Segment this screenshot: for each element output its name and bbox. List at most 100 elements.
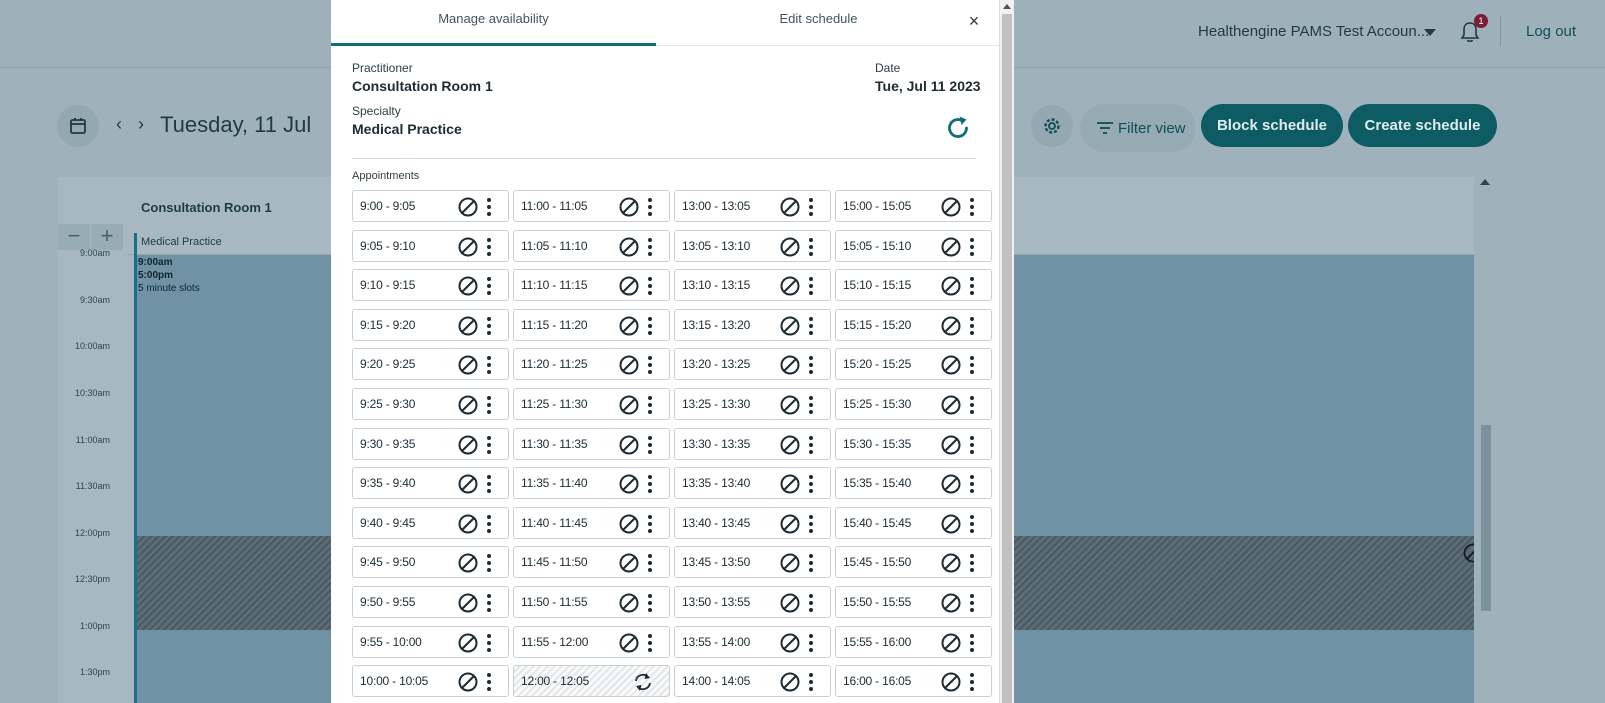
more-vertical-icon[interactable]: [808, 634, 814, 652]
block-icon[interactable]: [457, 315, 479, 337]
appointment-slot[interactable]: 13:10 - 13:15: [674, 269, 831, 301]
appointment-slot[interactable]: 13:25 - 13:30: [674, 388, 831, 420]
appointment-slot[interactable]: 15:55 - 16:00: [835, 626, 992, 658]
close-icon[interactable]: ×: [965, 12, 983, 30]
more-vertical-icon[interactable]: [969, 317, 975, 335]
block-icon[interactable]: [457, 354, 479, 376]
block-icon[interactable]: [940, 592, 962, 614]
more-vertical-icon[interactable]: [647, 475, 653, 493]
block-icon[interactable]: [940, 513, 962, 535]
appointment-slot[interactable]: 11:15 - 11:20: [513, 309, 670, 341]
more-vertical-icon[interactable]: [969, 238, 975, 256]
more-vertical-icon[interactable]: [647, 277, 653, 295]
block-icon[interactable]: [457, 275, 479, 297]
more-vertical-icon[interactable]: [969, 594, 975, 612]
more-vertical-icon[interactable]: [486, 198, 492, 216]
appointment-slot[interactable]: 15:25 - 15:30: [835, 388, 992, 420]
tab-manage-availability[interactable]: Manage availability: [331, 0, 656, 46]
appointment-slot[interactable]: 11:00 - 11:05: [513, 190, 670, 222]
appointment-slot[interactable]: 13:50 - 13:55: [674, 586, 831, 618]
more-vertical-icon[interactable]: [808, 396, 814, 414]
appointment-slot[interactable]: 15:00 - 15:05: [835, 190, 992, 222]
block-icon[interactable]: [779, 236, 801, 258]
appointment-slot[interactable]: 15:45 - 15:50: [835, 546, 992, 578]
more-vertical-icon[interactable]: [486, 594, 492, 612]
block-schedule-button[interactable]: Block schedule: [1201, 104, 1343, 147]
block-icon[interactable]: [618, 354, 640, 376]
logout-link[interactable]: Log out: [1526, 23, 1576, 40]
appointment-slot[interactable]: 11:20 - 11:25: [513, 348, 670, 380]
more-vertical-icon[interactable]: [808, 673, 814, 691]
block-icon[interactable]: [618, 315, 640, 337]
appointment-slot[interactable]: 13:40 - 13:45: [674, 507, 831, 539]
more-vertical-icon[interactable]: [647, 515, 653, 533]
more-vertical-icon[interactable]: [486, 475, 492, 493]
block-icon[interactable]: [940, 434, 962, 456]
more-vertical-icon[interactable]: [969, 356, 975, 374]
appointment-slot[interactable]: 11:40 - 11:45: [513, 507, 670, 539]
more-vertical-icon[interactable]: [486, 277, 492, 295]
block-icon[interactable]: [457, 671, 479, 693]
more-vertical-icon[interactable]: [969, 475, 975, 493]
more-vertical-icon[interactable]: [647, 594, 653, 612]
more-vertical-icon[interactable]: [969, 436, 975, 454]
appointment-slot[interactable]: 9:50 - 9:55: [352, 586, 509, 618]
more-vertical-icon[interactable]: [647, 238, 653, 256]
appointment-slot[interactable]: 13:35 - 13:40: [674, 467, 831, 499]
block-icon[interactable]: [457, 632, 479, 654]
more-vertical-icon[interactable]: [808, 198, 814, 216]
block-icon[interactable]: [940, 196, 962, 218]
more-vertical-icon[interactable]: [486, 436, 492, 454]
block-icon[interactable]: [457, 552, 479, 574]
appointment-slot[interactable]: 11:25 - 11:30: [513, 388, 670, 420]
more-vertical-icon[interactable]: [969, 554, 975, 572]
more-vertical-icon[interactable]: [969, 198, 975, 216]
appointment-slot[interactable]: 9:15 - 9:20: [352, 309, 509, 341]
appointment-slot[interactable]: 15:20 - 15:25: [835, 348, 992, 380]
appointment-slot[interactable]: 13:00 - 13:05: [674, 190, 831, 222]
block-icon[interactable]: [779, 354, 801, 376]
more-vertical-icon[interactable]: [808, 475, 814, 493]
grid-scrollbar[interactable]: [1474, 177, 1498, 703]
appointment-slot[interactable]: 13:15 - 13:20: [674, 309, 831, 341]
refresh-icon[interactable]: [943, 113, 973, 143]
more-vertical-icon[interactable]: [647, 634, 653, 652]
appointment-slot[interactable]: 14:00 - 14:05: [674, 665, 831, 697]
appointment-slot[interactable]: 15:35 - 15:40: [835, 467, 992, 499]
block-icon[interactable]: [779, 513, 801, 535]
filter-view-button[interactable]: Filter view: [1080, 104, 1196, 152]
settings-button[interactable]: [1031, 105, 1073, 147]
appointment-slot[interactable]: 9:10 - 9:15: [352, 269, 509, 301]
block-icon[interactable]: [618, 592, 640, 614]
block-icon[interactable]: [940, 275, 962, 297]
more-vertical-icon[interactable]: [486, 673, 492, 691]
appointment-slot[interactable]: 11:30 - 11:35: [513, 428, 670, 460]
appointment-slot[interactable]: 9:20 - 9:25: [352, 348, 509, 380]
appointment-slot[interactable]: 15:05 - 15:10: [835, 230, 992, 262]
next-day-button[interactable]: ›: [138, 114, 144, 135]
zoom-in-button[interactable]: +: [91, 224, 123, 250]
block-icon[interactable]: [618, 632, 640, 654]
more-vertical-icon[interactable]: [808, 594, 814, 612]
block-icon[interactable]: [779, 632, 801, 654]
appointment-slot[interactable]: 11:05 - 11:10: [513, 230, 670, 262]
appointment-slot[interactable]: 15:40 - 15:45: [835, 507, 992, 539]
block-icon[interactable]: [779, 434, 801, 456]
more-vertical-icon[interactable]: [647, 356, 653, 374]
create-schedule-button[interactable]: Create schedule: [1348, 104, 1497, 147]
more-vertical-icon[interactable]: [969, 634, 975, 652]
block-icon[interactable]: [618, 196, 640, 218]
more-vertical-icon[interactable]: [808, 356, 814, 374]
more-vertical-icon[interactable]: [808, 238, 814, 256]
block-icon[interactable]: [940, 236, 962, 258]
more-vertical-icon[interactable]: [647, 317, 653, 335]
calendar-button[interactable]: [57, 105, 99, 147]
block-icon[interactable]: [618, 513, 640, 535]
block-icon[interactable]: [940, 473, 962, 495]
block-icon[interactable]: [940, 671, 962, 693]
block-icon[interactable]: [940, 394, 962, 416]
more-vertical-icon[interactable]: [808, 277, 814, 295]
more-vertical-icon[interactable]: [486, 356, 492, 374]
scrollbar-thumb[interactable]: [1481, 425, 1491, 611]
scroll-up-arrow[interactable]: [1480, 179, 1490, 185]
